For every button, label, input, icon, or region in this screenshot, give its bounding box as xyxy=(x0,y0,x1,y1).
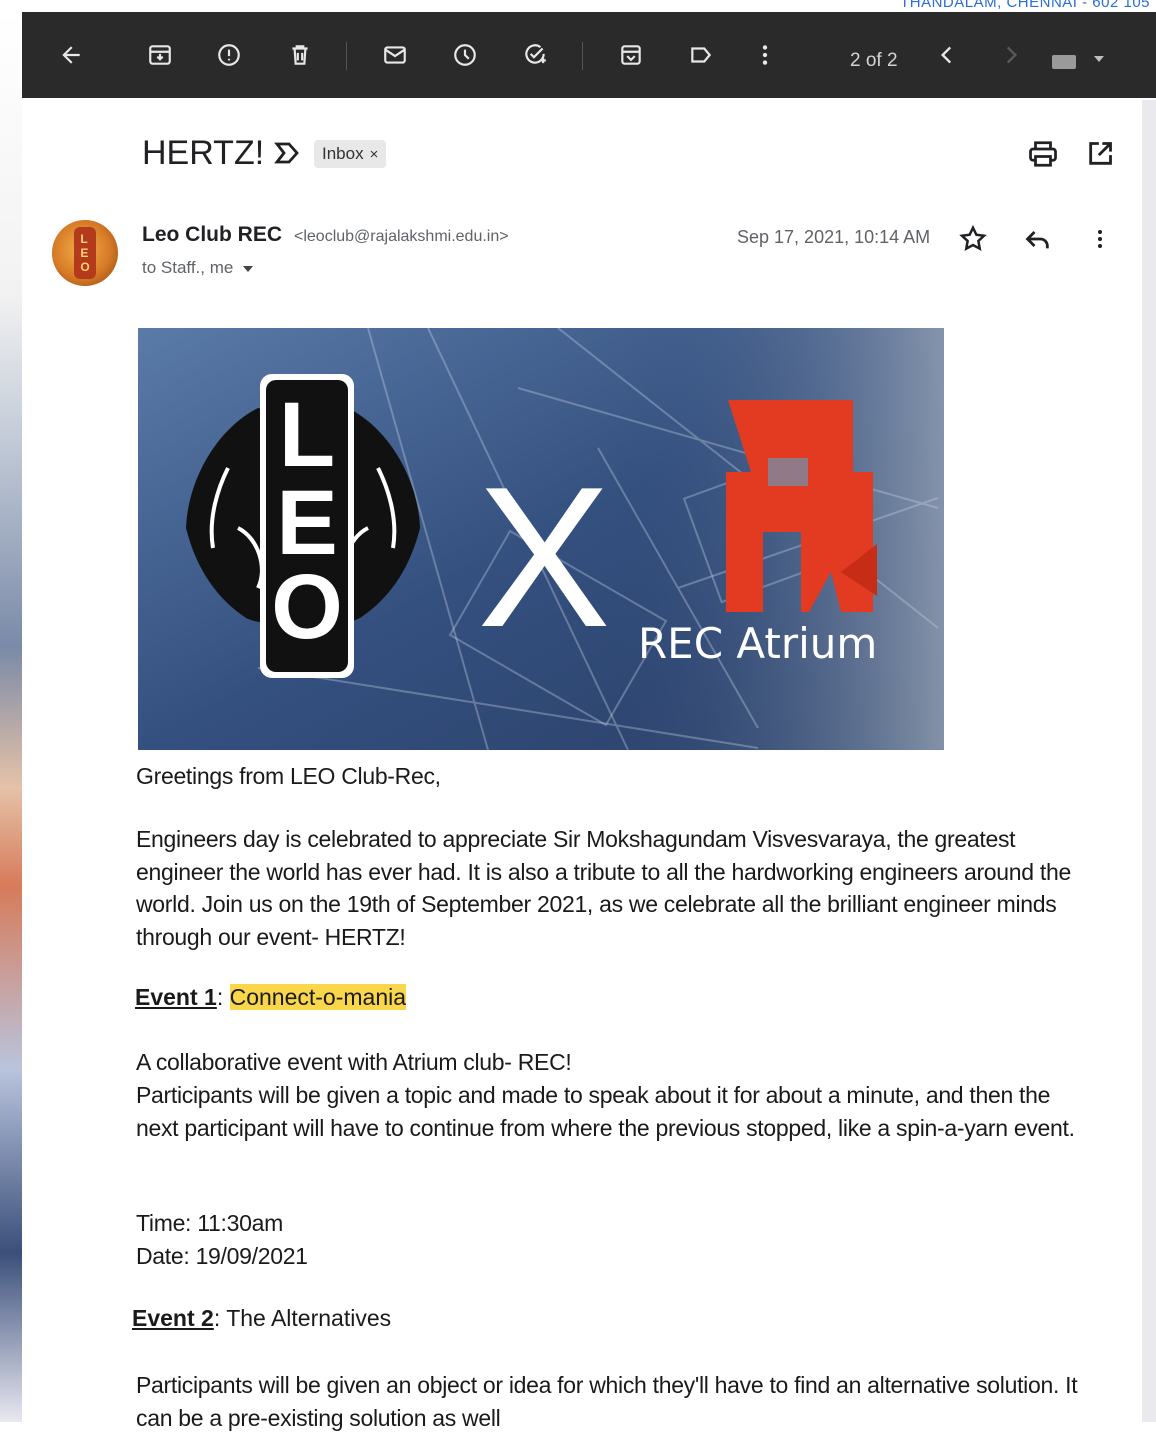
event1-name: Connect-o-mania xyxy=(229,984,407,1010)
sender-avatar[interactable]: LEO xyxy=(52,220,118,286)
reply-icon[interactable] xyxy=(1024,226,1052,257)
pager-text: 2 of 2 xyxy=(850,50,898,71)
report-spam-icon[interactable] xyxy=(214,40,244,70)
more-options-icon[interactable] xyxy=(1088,226,1112,257)
add-task-icon[interactable] xyxy=(520,40,550,70)
email-date: Sep 17, 2021, 10:14 AM xyxy=(737,227,931,247)
rec-atrium-text: REC Atrium xyxy=(638,619,877,668)
event1-description: Participants will be given a topic and m… xyxy=(136,1082,1075,1141)
label-chip-text: Inbox xyxy=(322,144,364,163)
star-icon[interactable] xyxy=(958,224,988,259)
event1-time: Time: 11:30am xyxy=(136,1210,283,1236)
archive-icon[interactable] xyxy=(145,40,175,70)
importance-marker-icon[interactable] xyxy=(274,142,300,169)
event2-label: Event 2 xyxy=(132,1305,214,1331)
move-to-icon[interactable] xyxy=(616,40,646,70)
print-icon[interactable] xyxy=(1028,140,1058,173)
banner-graphic: L E O X REC Atrium xyxy=(138,328,944,750)
email-subject: HERTZ! xyxy=(142,134,265,172)
snooze-icon[interactable] xyxy=(450,40,480,70)
recipients-line[interactable]: to Staff., me xyxy=(142,258,254,278)
label-icon[interactable] xyxy=(686,40,716,70)
event2-description: Participants will be given an object or … xyxy=(136,1372,1078,1431)
mark-unread-icon[interactable] xyxy=(380,40,410,70)
greeting-text: Greetings from LEO Club-Rec, xyxy=(136,763,441,789)
right-edge-background xyxy=(1142,100,1156,1422)
intro-paragraph: Engineers day is celebrated to appreciat… xyxy=(136,826,1071,950)
toolbar-divider xyxy=(582,42,583,70)
event1-date: Date: 19/09/2021 xyxy=(136,1243,308,1269)
recipients-text: to Staff., me xyxy=(142,258,234,277)
chevron-left-icon[interactable] xyxy=(932,40,962,70)
leo-letter-o: O xyxy=(271,556,343,658)
toolbar-divider xyxy=(346,42,347,70)
top-edge-strip: THANDALAM, CHENNAI - 602 105 xyxy=(0,0,1156,12)
keyboard-dropdown-caret-icon[interactable] xyxy=(1094,56,1104,62)
chevron-right-icon[interactable] xyxy=(996,40,1026,70)
leo-letter-l: L xyxy=(279,384,335,486)
avatar-logo-icon: LEO xyxy=(74,227,96,279)
sender-email: <leoclub@rajalakshmi.edu.in> xyxy=(294,228,509,245)
back-arrow-icon[interactable] xyxy=(56,40,86,70)
open-in-new-window-icon[interactable] xyxy=(1086,140,1114,173)
more-vert-icon[interactable] xyxy=(750,40,780,70)
delete-icon[interactable] xyxy=(285,40,315,70)
banner-cross: X xyxy=(477,446,610,669)
event1-label: Event 1 xyxy=(135,984,217,1010)
keyboard-icon[interactable] xyxy=(1052,55,1076,69)
remove-label-icon[interactable]: × xyxy=(370,146,379,163)
event-banner-image: L E O X REC Atrium xyxy=(138,328,944,750)
left-edge-background xyxy=(0,12,22,1422)
mail-toolbar: 2 of 2 xyxy=(22,12,1156,98)
event1-separator: : xyxy=(216,984,224,1010)
event2-title: : The Alternatives xyxy=(213,1305,392,1331)
top-edge-text: THANDALAM, CHENNAI - 602 105 xyxy=(900,0,1150,11)
sender-name[interactable]: Leo Club REC xyxy=(142,223,282,247)
event1-heading: Event 1: Connect-o-mania xyxy=(135,984,407,1011)
event2-heading: Event 2: The Alternatives xyxy=(132,1305,391,1332)
label-chip-inbox[interactable]: Inbox × xyxy=(314,140,387,168)
event1-line1: A collaborative event with Atrium club- … xyxy=(136,1049,572,1075)
show-details-caret-icon[interactable] xyxy=(243,265,254,272)
